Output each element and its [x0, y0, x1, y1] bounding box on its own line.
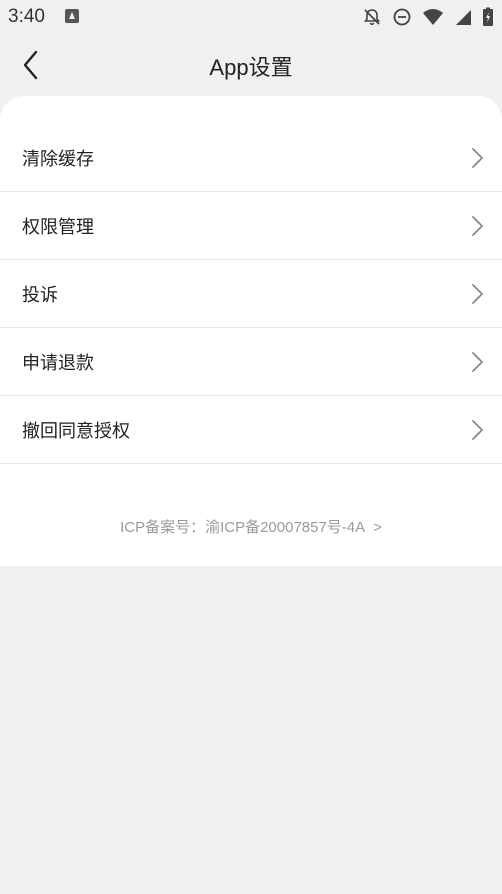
menu-item-label: 投诉	[22, 285, 58, 306]
do-not-disturb-icon	[393, 8, 411, 26]
status-bar: 3:40	[0, 0, 502, 34]
chevron-right-icon	[472, 420, 483, 440]
menu-item-complaint[interactable]: 投诉	[0, 260, 502, 328]
icp-filing-link[interactable]: ICP备案号：渝ICP备20007857号-4A >	[0, 516, 502, 537]
chevron-right-icon	[472, 284, 483, 304]
chevron-right-icon	[472, 216, 483, 236]
settings-menu: 清除缓存 权限管理 投诉 申请退款 撤回同意授权	[0, 124, 502, 464]
icp-arrow: >	[373, 519, 382, 536]
battery-icon	[483, 7, 493, 26]
page-title: App设置	[209, 55, 293, 80]
menu-item-permissions[interactable]: 权限管理	[0, 192, 502, 260]
signal-icon	[456, 10, 471, 25]
chevron-right-icon	[472, 148, 483, 168]
status-icons	[362, 6, 494, 28]
menu-item-revoke-consent[interactable]: 撤回同意授权	[0, 396, 502, 464]
menu-item-label: 权限管理	[22, 217, 94, 238]
notifications-off-icon	[363, 9, 381, 25]
icp-filing-text: ICP备案号：渝ICP备20007857号-4A	[120, 519, 366, 536]
menu-item-label: 申请退款	[22, 353, 94, 374]
wifi-icon	[423, 9, 443, 25]
menu-item-clear-cache[interactable]: 清除缓存	[0, 124, 502, 192]
menu-item-refund[interactable]: 申请退款	[0, 328, 502, 396]
status-time: 3:40	[8, 6, 45, 27]
nav-bar: App设置	[0, 34, 502, 96]
settings-card: 清除缓存 权限管理 投诉 申请退款 撤回同意授权 ICP备案号：渝ICP备200…	[0, 96, 502, 566]
chevron-right-icon	[472, 352, 483, 372]
app-notification-icon	[65, 9, 79, 23]
menu-item-label: 撤回同意授权	[22, 421, 130, 442]
menu-item-label: 清除缓存	[22, 149, 94, 170]
